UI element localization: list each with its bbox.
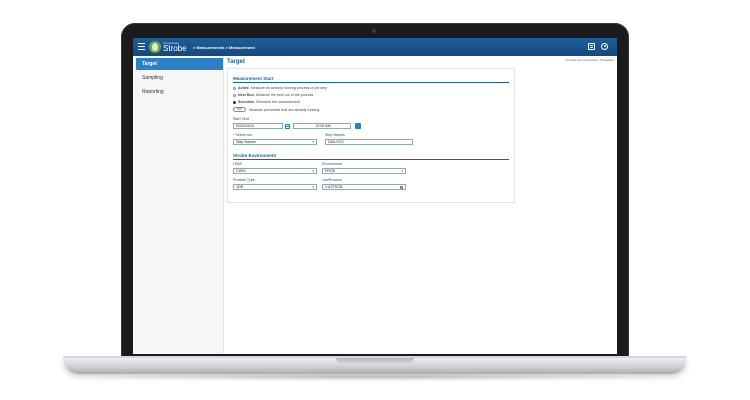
start-time-label: Start Time — [233, 117, 250, 121]
radio-label: Measure the next run of the process — [254, 93, 314, 97]
chevron-down-icon: ▾ — [401, 169, 403, 173]
lpar-label: LPAR — [233, 162, 243, 166]
job-process-input[interactable]: CUSTDCB — [322, 184, 406, 190]
step-names-input[interactable]: DAILYGO — [325, 139, 413, 145]
measurement-start-title: Measurement Start — [233, 76, 274, 81]
environment-value: PROD — [325, 169, 336, 173]
user-icon[interactable] — [601, 43, 608, 50]
menu-icon[interactable] — [138, 43, 145, 50]
top-bar: Compuware Strobe > Measurements > Measur… — [133, 38, 617, 56]
laptop-notch — [336, 358, 414, 363]
section-divider — [233, 82, 509, 83]
sidebar-item-reporting[interactable]: Reporting — [136, 86, 223, 98]
strobe-environment-title: Strobe Environment — [233, 153, 277, 158]
radio-button-selected[interactable] — [233, 100, 236, 104]
radio-button[interactable] — [233, 93, 236, 97]
logo-icon — [149, 41, 161, 53]
step-names-label: Step Names — [325, 133, 345, 137]
start-date-input[interactable]: 02/02/2019 — [233, 123, 283, 129]
sidebar-item-sampling[interactable]: Sampling — [136, 72, 223, 84]
search-icon[interactable] — [400, 186, 403, 189]
radio-schedule[interactable]: Schedule. Schedule the measurement — [233, 100, 300, 104]
radio-label-bold: Schedule. — [238, 100, 255, 104]
section-divider — [233, 159, 509, 160]
page-title: Target — [227, 59, 245, 65]
select-one-dropdown[interactable]: Step Names ▾ — [233, 139, 317, 145]
laptop-shadow — [90, 373, 660, 381]
radio-active[interactable]: Active. Measure an actively running proc… — [233, 86, 327, 90]
chevron-down-icon: ▾ — [312, 140, 314, 144]
job-process-label: Job/Process — [322, 178, 342, 182]
select-one-label: * Select one — [233, 133, 253, 137]
process-type-label: Process Type — [233, 178, 255, 182]
target-panel: Measurement Start Active. Measure an act… — [227, 68, 515, 203]
breadcrumb[interactable]: > Measurements > Measurement — [193, 45, 255, 50]
process-type-value: JOB — [236, 185, 243, 189]
radio-label-bold: Next Run. — [238, 93, 255, 97]
sidebar-item-target[interactable]: Target — [136, 58, 223, 70]
radio-label: Measure an actively running process or j… — [249, 86, 328, 90]
chevron-down-icon: ▾ — [312, 185, 314, 189]
camera — [372, 29, 376, 33]
process-type-dropdown[interactable]: JOB ▾ — [233, 184, 317, 190]
start-clock-input[interactable]: 12:00 AM — [293, 123, 351, 129]
radio-label-bold: Active. — [238, 86, 250, 90]
sidebar: Target Sampling Reporting — [133, 56, 224, 354]
brand-name: Strobe — [163, 44, 187, 53]
environment-label: Environment — [322, 162, 343, 166]
connection-status: Current host connection: Production — [566, 58, 614, 62]
radio-next-run[interactable]: Next Run. Measure the next run of the pr… — [233, 93, 313, 97]
select-one-value: Step Names — [236, 140, 256, 144]
radio-label: Schedule the measurement — [254, 100, 300, 104]
lpar-dropdown[interactable]: CW01 ▾ — [233, 168, 317, 174]
lpar-value: CW01 — [236, 169, 246, 173]
calendar-icon[interactable] — [285, 123, 290, 129]
already-running-toggle[interactable]: OFF — [233, 107, 246, 112]
document-icon[interactable] — [588, 43, 595, 50]
toggle-label: Measure processes that are already runni… — [249, 108, 320, 112]
app-screen: Compuware Strobe > Measurements > Measur… — [133, 38, 617, 354]
clock-icon[interactable] — [355, 123, 361, 129]
radio-button[interactable] — [233, 86, 236, 90]
chevron-down-icon: ▾ — [312, 169, 314, 173]
job-process-value: CUSTDCB — [325, 185, 343, 189]
environment-dropdown[interactable]: PROD ▾ — [322, 168, 406, 174]
